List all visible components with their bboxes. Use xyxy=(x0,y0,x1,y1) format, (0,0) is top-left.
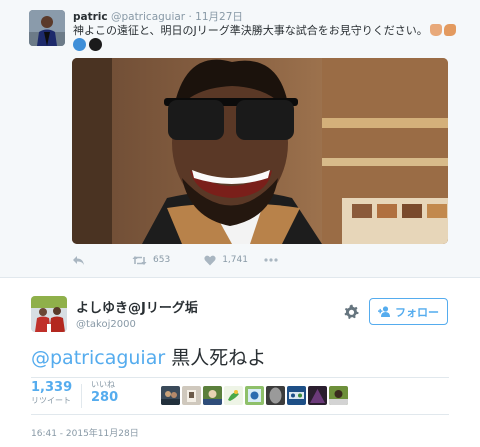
follow-button[interactable]: フォロー xyxy=(369,298,448,325)
parent-emoji-circles xyxy=(73,38,102,51)
liker-avatar[interactable] xyxy=(266,386,285,405)
retweets-label: リツイート xyxy=(31,396,71,405)
retweets-count: 1,339 xyxy=(31,380,73,395)
clapping-hands-icon xyxy=(443,24,456,36)
parent-tweet-text: 神よこの遠征と、明日のJリーグ準決勝大事な試合をお見守りください。 xyxy=(73,24,456,38)
more-button[interactable] xyxy=(264,258,278,262)
blue-circle-icon xyxy=(73,38,86,51)
retweets-stat[interactable]: 1,339 リツイート xyxy=(31,380,72,406)
liker-avatar[interactable] xyxy=(161,386,180,405)
parent-text-body: 神よこの遠征と、明日のJリーグ準決勝大事な試合をお見守りください。 xyxy=(73,24,428,37)
folded-hands-icon xyxy=(429,24,442,36)
more-dots-icon xyxy=(264,258,278,262)
liker-avatar[interactable] xyxy=(182,386,201,405)
likes-label: いいね xyxy=(91,380,115,389)
reply-button[interactable] xyxy=(72,255,85,266)
stats-divider-bottom xyxy=(31,414,449,415)
retweet-button[interactable]: 653 xyxy=(132,255,170,266)
parent-tweet[interactable]: patric @patricaguiar · 11月27日 神よこの遠征と、明日… xyxy=(0,0,480,278)
heart-icon xyxy=(204,255,216,265)
liker-avatar[interactable] xyxy=(308,386,327,405)
tweet-options-button[interactable] xyxy=(343,304,359,320)
retweet-icon xyxy=(132,255,147,265)
parent-avatar[interactable] xyxy=(29,10,65,46)
tweet-text-body: 黒人死ねよ xyxy=(165,347,267,369)
likes-stat[interactable]: いいね 280 xyxy=(91,380,118,406)
like-button[interactable]: 1,741 xyxy=(204,255,248,266)
author-avatar[interactable] xyxy=(31,296,67,332)
parent-display-name[interactable]: patric xyxy=(73,11,108,23)
follow-label: フォロー xyxy=(395,305,439,319)
parent-handle[interactable]: @patricaguiar xyxy=(111,11,185,23)
author-display-name[interactable]: よしゆき@Jリーグ垢 xyxy=(76,301,198,317)
stats-inner-divider xyxy=(81,384,82,408)
parent-tweet-actions: 653 1,741 xyxy=(72,252,278,268)
reply-icon xyxy=(73,255,84,265)
liker-avatar[interactable] xyxy=(245,386,264,405)
tweet-timestamp[interactable]: 16:41 - 2015年11月28日 xyxy=(31,426,139,439)
add-user-icon xyxy=(378,306,390,317)
author-handle[interactable]: @takoj2000 xyxy=(76,319,136,330)
retweet-count: 653 xyxy=(153,255,171,265)
liker-avatars xyxy=(161,386,348,405)
liker-avatar[interactable] xyxy=(287,386,306,405)
tweet-text: @patricaguiar 黒人死ねよ xyxy=(31,345,266,371)
parent-date[interactable]: 11月27日 xyxy=(195,11,243,23)
header-separator: · xyxy=(188,11,192,23)
likes-count: 280 xyxy=(91,390,119,405)
black-circle-icon xyxy=(89,38,102,51)
stats-divider-top xyxy=(31,377,449,378)
liker-avatar[interactable] xyxy=(329,386,348,405)
like-count: 1,741 xyxy=(222,255,248,265)
mention-link[interactable]: @patricaguiar xyxy=(31,347,165,369)
gear-icon xyxy=(344,304,359,319)
parent-header: patric @patricaguiar · 11月27日 xyxy=(73,10,243,24)
parent-tweet-photo[interactable] xyxy=(72,58,448,244)
liker-avatar[interactable] xyxy=(224,386,243,405)
liker-avatar[interactable] xyxy=(203,386,222,405)
